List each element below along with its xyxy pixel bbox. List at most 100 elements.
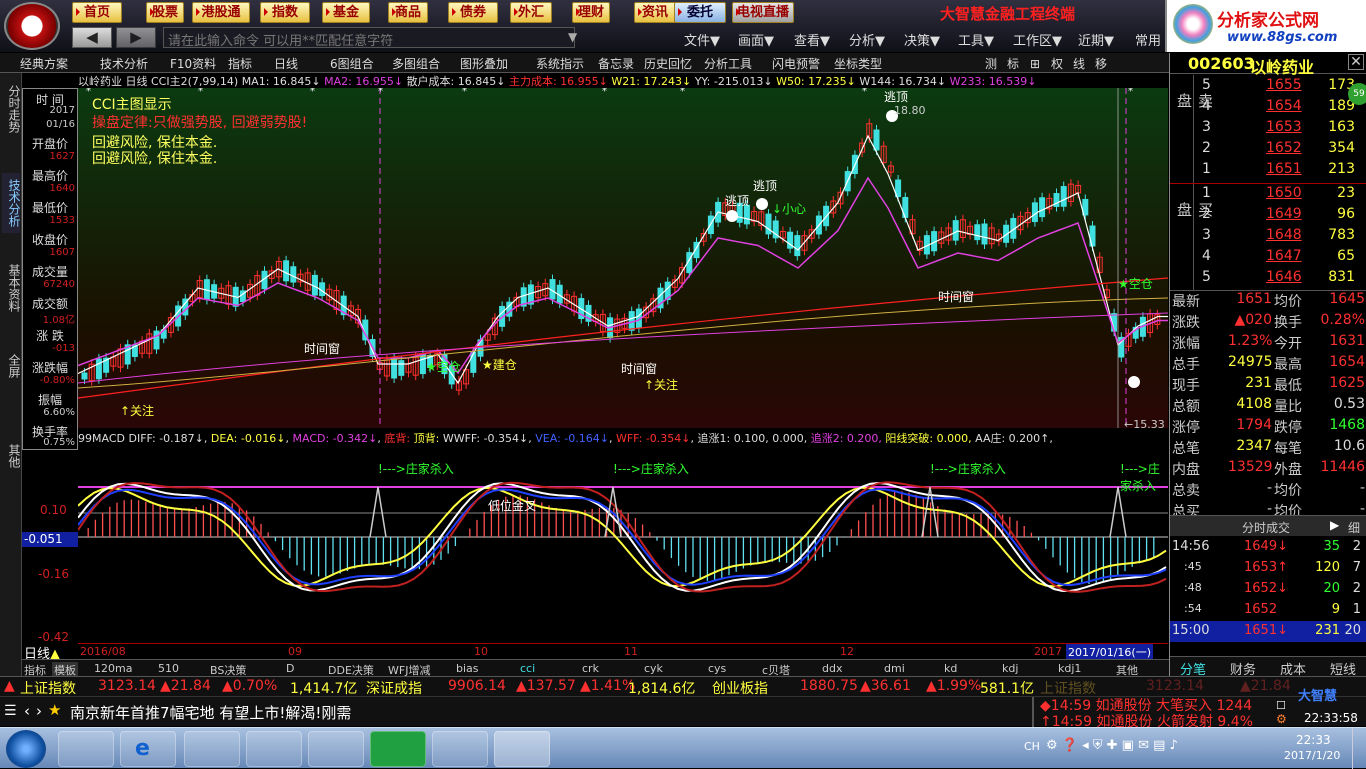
show-desktop-button[interactable] xyxy=(1352,728,1366,769)
taskbar-folder-icon[interactable] xyxy=(184,731,240,767)
menu-item-2[interactable]: 查看▼ xyxy=(794,30,830,49)
toolbar-item-6[interactable]: 多图组合 xyxy=(392,55,440,72)
toolbar-item-5[interactable]: 6图组合 xyxy=(330,55,374,72)
sell-row-1[interactable]: 4 1654 189 xyxy=(1170,97,1366,118)
tray-icons[interactable]: ⚙ ❓ ◂ ⛨ ✚ ▣ ✉ ▤ ♪ xyxy=(1046,738,1178,753)
back-button[interactable]: ◀ xyxy=(72,27,112,48)
toolbar-right-3[interactable]: 权 xyxy=(1046,55,1068,72)
nav-button-6[interactable]: 债券 xyxy=(448,2,498,23)
indicator-tab-2[interactable]: 120ma xyxy=(94,662,132,675)
menu-item-4[interactable]: 决策▼ xyxy=(904,30,940,49)
nav-button-11[interactable]: 电视直播 xyxy=(732,2,794,23)
nav-button-9[interactable]: 资讯 xyxy=(634,2,676,23)
toolbar-item-10[interactable]: 历史回忆 xyxy=(644,55,692,72)
news-headline[interactable]: 南京新年首推7幅宅地 有望上市!解渴!刚需 xyxy=(70,702,351,723)
alert-settings-icon[interactable]: ⚙ xyxy=(1276,712,1287,726)
clock-time[interactable]: 22:33 xyxy=(1296,733,1331,747)
nav-button-7[interactable]: 外汇 xyxy=(510,2,552,23)
clock-date[interactable]: 2017/1/20 xyxy=(1284,749,1340,762)
news-next-icon[interactable]: › xyxy=(36,702,42,720)
toolbar-right-4[interactable]: 线 xyxy=(1068,55,1090,72)
indicator-tab-18[interactable]: kdj1 xyxy=(1058,662,1081,675)
taskbar-weibo-icon[interactable] xyxy=(308,731,364,767)
taskbar-video-icon[interactable] xyxy=(246,731,302,767)
nav-button-10[interactable]: 委托 xyxy=(674,2,726,23)
nav-button-2[interactable]: 港股通 xyxy=(192,2,250,23)
buy-row-1[interactable]: 2 1649 96 xyxy=(1170,205,1366,226)
indicator-tab-10[interactable]: crk xyxy=(582,662,599,675)
tab-intraday[interactable]: 分时走势 xyxy=(2,79,21,139)
tab-fullscreen[interactable]: 全屏 xyxy=(2,348,21,384)
close-icon[interactable]: ✕ xyxy=(1348,54,1364,70)
tab-other[interactable]: 其他 xyxy=(2,438,21,474)
menu-item-7[interactable]: 近期▼ xyxy=(1078,30,1114,49)
sell-row-0[interactable]: 5 1655 173 xyxy=(1170,76,1366,97)
toolbar-item-3[interactable]: 指标 xyxy=(228,55,252,72)
toolbar-item-7[interactable]: 图形叠加 xyxy=(460,55,508,72)
taskbar-home-icon[interactable] xyxy=(370,731,426,767)
toolbar-right-1[interactable]: 标 xyxy=(1002,55,1024,72)
news-menu-icon[interactable]: ☰ xyxy=(4,703,17,719)
taskbar-media-icon[interactable] xyxy=(58,731,114,767)
sz-name[interactable]: 深证成指 xyxy=(366,678,422,698)
nav-button-3[interactable]: 指数 xyxy=(260,2,310,23)
menu-item-0[interactable]: 文件▼ xyxy=(684,30,720,49)
tab-technical[interactable]: 技术分析 xyxy=(2,173,21,233)
toolbar-right-0[interactable]: 测 xyxy=(980,55,1002,72)
period-label[interactable]: 日线▲ xyxy=(22,643,78,662)
buy-row-0[interactable]: 1 1650 23 xyxy=(1170,184,1366,205)
cy-name[interactable]: 创业板指 xyxy=(712,678,768,698)
toolbar-right-2[interactable]: ⊞ xyxy=(1024,57,1046,71)
taskbar-notepad-icon[interactable] xyxy=(432,731,488,767)
buy-row-4[interactable]: 5 1646 831 xyxy=(1170,268,1366,289)
toolbar-item-11[interactable]: 分析工具 xyxy=(704,55,752,72)
indicator-tab-5[interactable]: D xyxy=(286,662,294,675)
forward-button[interactable]: ▶ xyxy=(116,27,156,48)
indicator-tab-14[interactable]: ddx xyxy=(822,662,842,675)
indicator-tab-17[interactable]: kdj xyxy=(1002,662,1018,675)
sell-row-2[interactable]: 3 1653 163 xyxy=(1170,118,1366,139)
nav-button-8[interactable]: 理财 xyxy=(572,2,610,23)
toolbar-item-4[interactable]: 日线 xyxy=(274,55,298,72)
lang-indicator[interactable]: CH xyxy=(1024,740,1040,753)
indicator-tab-16[interactable]: kd xyxy=(944,662,957,675)
indicator-tab-9[interactable]: cci xyxy=(520,662,535,675)
nav-button-5[interactable]: 商品 xyxy=(388,2,428,23)
menu-item-8[interactable]: 常用 xyxy=(1135,30,1161,49)
indicator-tab-15[interactable]: dmi xyxy=(884,662,905,675)
menu-item-3[interactable]: 分析▼ xyxy=(849,30,885,49)
toolbar-item-1[interactable]: 技术分析 xyxy=(100,55,148,72)
nav-button-1[interactable]: 股票 xyxy=(146,2,184,23)
buy-row-2[interactable]: 3 1648 783 xyxy=(1170,226,1366,247)
command-dropdown-icon[interactable]: ▼ xyxy=(568,30,577,44)
toolbar-item-13[interactable]: 坐标类型 xyxy=(834,55,882,72)
indicator-tab-11[interactable]: cyk xyxy=(644,662,663,675)
indicator-tab-8[interactable]: bias xyxy=(456,662,479,675)
taskbar-dzh-icon[interactable] xyxy=(494,731,550,767)
indicator-tab-12[interactable]: cys xyxy=(708,662,726,675)
start-button[interactable] xyxy=(6,730,46,768)
tab-fundamental[interactable]: 基本资料 xyxy=(2,258,21,318)
taskbar-ie-icon[interactable]: e xyxy=(120,731,176,767)
command-input[interactable]: 请在此输入命令 可以用**匹配任意字符 xyxy=(163,27,575,49)
indicator-tab-3[interactable]: 510 xyxy=(158,662,179,675)
toolbar-item-0[interactable]: 经典方案 xyxy=(20,55,68,72)
sell-row-3[interactable]: 2 1652 354 xyxy=(1170,139,1366,160)
nav-button-0[interactable]: 首页 xyxy=(72,2,122,23)
ticks-expand-icon[interactable]: ▶ xyxy=(1330,518,1339,532)
toolbar-item-2[interactable]: F10资料 xyxy=(170,55,216,72)
buy-row-3[interactable]: 4 1647 65 xyxy=(1170,247,1366,268)
app-logo[interactable] xyxy=(4,2,60,50)
toolbar-item-9[interactable]: 备忘录 xyxy=(598,55,634,72)
macd-chart[interactable]: !--->庄家杀入 !--->庄家杀入 !--->庄家杀入 !--->庄家杀入 … xyxy=(77,443,1168,643)
toolbar-item-8[interactable]: 系统指示 xyxy=(536,55,584,72)
menu-item-6[interactable]: 工作区▼ xyxy=(1013,30,1062,49)
sell-row-4[interactable]: 1 1651 213 xyxy=(1170,160,1366,181)
toolbar-item-12[interactable]: 闪电预警 xyxy=(772,55,820,72)
menu-item-5[interactable]: 工具▼ xyxy=(958,30,994,49)
toolbar-right-5[interactable]: 移 xyxy=(1090,55,1112,72)
news-prev-icon[interactable]: ‹ xyxy=(24,702,30,720)
menu-item-1[interactable]: 画面▼ xyxy=(738,30,774,49)
sh-name[interactable]: 上证指数 xyxy=(20,678,76,698)
kline-chart[interactable]: * * * * * * * * * CCI主图显示 操盘定律:只做强势股, 回避弱势股! 回避风… xyxy=(77,86,1169,431)
